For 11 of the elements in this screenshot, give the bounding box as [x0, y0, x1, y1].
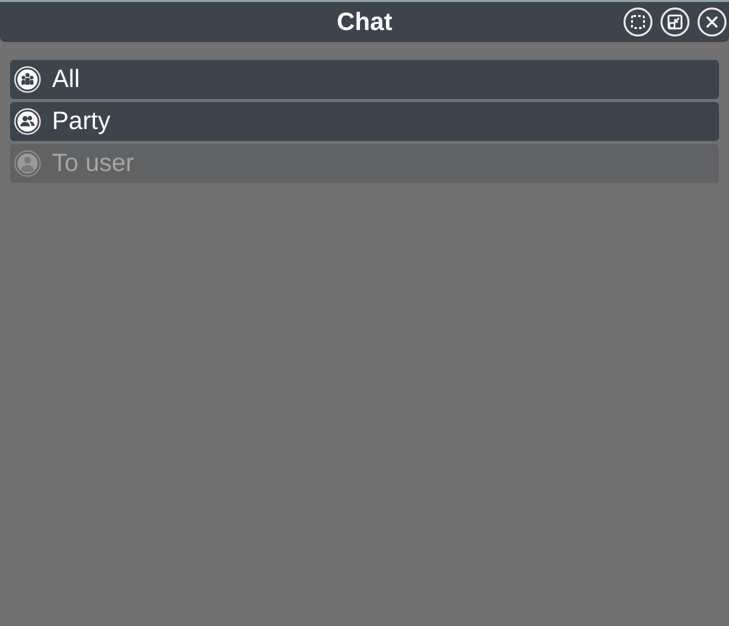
shrink-window-icon	[660, 7, 690, 37]
channel-item[interactable]: All	[10, 60, 719, 99]
window-title: Chat	[336, 10, 392, 34]
close-icon	[697, 7, 727, 37]
close-button[interactable]	[697, 7, 727, 37]
select-button[interactable]	[623, 7, 653, 37]
person-icon	[14, 150, 41, 177]
group-icon	[14, 66, 41, 93]
shrink-button[interactable]	[660, 7, 690, 37]
two-people-icon	[14, 108, 41, 135]
channel-item[interactable]: Party	[10, 102, 719, 141]
